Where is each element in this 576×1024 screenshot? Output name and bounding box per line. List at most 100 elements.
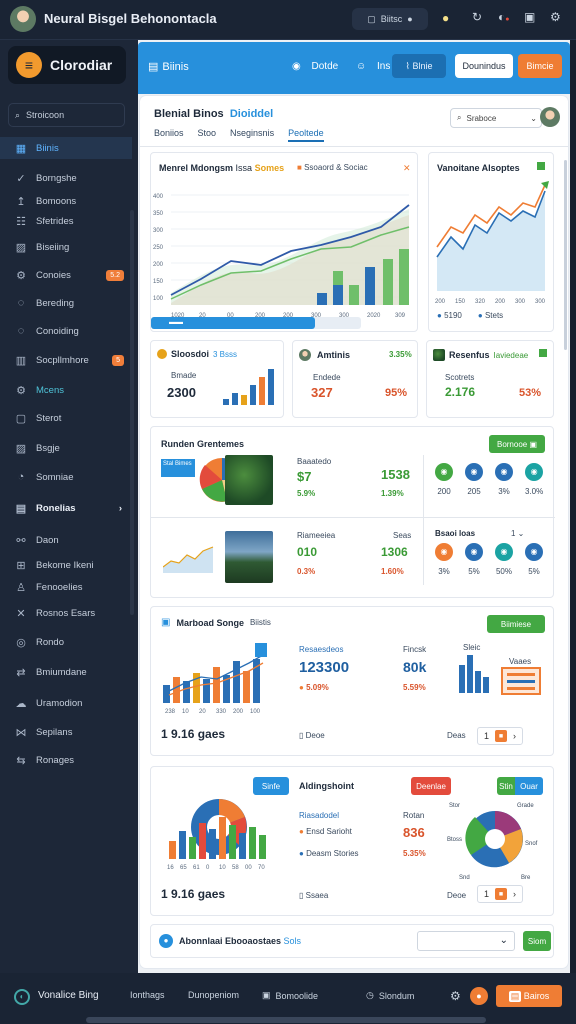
sidebar-section-item-3[interactable]: ✕ Rosnos Esars [0,602,132,624]
header-nav-3[interactable]: ⌇ Blnie [392,54,446,78]
monitor-button[interactable]: Biimiese [487,615,545,633]
sidebar-section-header[interactable]: ▤ Ronelias › [0,497,132,519]
link-icon: ⚯ [16,534,26,547]
settings-icon[interactable]: ⚙ [450,989,461,1003]
check-icon: ✓ [16,172,26,185]
user-avatar-small[interactable] [540,107,560,127]
sidebar-scrollbar[interactable] [130,210,134,615]
help-icon[interactable]: ● [470,987,488,1005]
status-circle[interactable]: ◉ 50% [495,543,513,576]
sidebar-section-item-7[interactable]: ⋈ Sepilans [0,721,132,743]
sidebar-item-5[interactable]: ⚙ Conoies 5.2 [0,264,132,286]
status-circle[interactable]: ◉ 5% [465,543,483,576]
x-tick-label: 320 [475,299,486,305]
sidebar-section-item-1[interactable]: ⊞ Bekome Ikeni [0,554,132,576]
circle-label: 3% [438,567,450,576]
kpi-3-value2: 53% [519,387,542,399]
kpi-card-3[interactable]: Resenfus Iaviedeae Scotrets 2.176 53% [426,340,554,418]
tab-0[interactable]: Boniios [154,128,184,142]
sidebar-section-item-6[interactable]: ☁ Uramodion [0,692,132,714]
analysis-pager-label: Deoe [447,891,467,900]
close-icon[interactable]: ✕ [403,163,411,174]
footer-link-4[interactable]: ◷ Slondum [366,990,414,1001]
refresh-icon[interactable]: ↻ [472,10,482,24]
chevron-right-icon[interactable]: › [513,731,516,741]
block1-big: 1538 [381,467,410,482]
kpi-card-2[interactable]: Amtinis 3.35% Endede 327 95% [292,340,418,418]
page-active[interactable]: ■ [495,888,508,900]
status-circle[interactable]: ◉ 5% [525,543,543,576]
tab-3[interactable]: Peoltede [288,128,324,142]
page-active[interactable]: ■ [495,730,508,742]
sidebar-section-item-8[interactable]: ⇆ Ronages [0,749,132,771]
sidebar-item-3[interactable]: ☷ Sfetrides [0,210,132,232]
sidebar-item-label: Biinis [36,142,59,154]
x-tick-label: 20 [199,709,206,715]
settings-icon[interactable]: ⚙ [550,10,561,24]
sidebar-item-label: Bekome Ikeni [36,559,94,571]
status-circle[interactable]: ◉ 3.0% [525,463,543,496]
kpi-card-1[interactable]: Sloosdoi 3 Bsss Bmade 2300 [150,340,284,418]
bottom-select[interactable]: ⌄ [417,931,515,951]
bulb-icon[interactable]: ● [442,11,449,25]
tab-1[interactable]: Stoo [198,128,217,142]
sidebar-item-9[interactable]: ⚙ Mcens [0,379,132,401]
chevron-right-icon[interactable]: › [513,889,516,899]
monitor-pager[interactable]: 1 ■ › [477,727,524,745]
analysis-red-button[interactable]: Deenlae [411,777,451,795]
footer-scrollbar[interactable] [86,1017,486,1023]
sidebar-section-item-2[interactable]: ♙ Fenooelies [0,576,132,598]
sidebar-item-12[interactable]: ◔ Somniae [0,466,132,488]
footer-link-3[interactable]: ▣ Bomoolide [262,990,318,1001]
sidebar-section-item-0[interactable]: ⚯ Daon [0,529,132,551]
block2-label: Riameeiea [297,531,336,540]
x-tick-label: 0 [206,865,210,871]
sidebar-search[interactable]: ⌕ Stroicoon [8,103,125,127]
status-circle[interactable]: ◉ 3% [495,463,513,496]
sidebar-item-7[interactable]: ◌ Conoiding [0,320,132,342]
bottom-strip-label: Abonnlaai Ebooaostaes Sols [179,936,302,946]
sidebar-item-1[interactable]: ✓ Borngshe [0,167,132,189]
header-nav-1[interactable]: ◉ Dotde [292,61,338,72]
sidebar-item-10[interactable]: ▢ Sterot [0,407,132,429]
kpi-2-value: 327 [311,385,333,400]
sidebar-item-6[interactable]: ◌ Bereding [0,292,132,314]
sidebar-section-item-5[interactable]: ⇄ Bmiumdane [0,661,132,683]
sidebar-badge: 5 [112,354,124,366]
status-circle[interactable]: ◉ 205 [465,463,483,496]
main-progress-fill[interactable]: ▬▬ [151,317,315,329]
content-search[interactable]: ⌕ Sraboce ⌄ [450,108,542,128]
analysis-toggle[interactable]: Stin Ouar [497,777,543,795]
sidebar-item-0[interactable]: ▦ Biinis [0,137,132,159]
window-icon[interactable]: ▣ [524,10,535,24]
sidebar-item-11[interactable]: ▨ Bsgje [0,437,132,459]
footer-button[interactable]: ▤ Bairos [496,985,562,1007]
sidebar-item-2[interactable]: ↥ Bomoons [0,190,132,212]
bottom-strip-button[interactable]: Siom [523,931,551,951]
sidebar-section-item-4[interactable]: ◎ Rondo [0,631,132,653]
header-orange-button[interactable]: Bimcie [518,54,562,78]
tab-2[interactable]: Nseginsnis [230,128,274,142]
kpi-2-header: Amtinis [299,349,350,361]
notification-icon[interactable]: ◐● [498,10,509,24]
sidebar-item-8[interactable]: ▥ Socpllmhore 5 [0,349,132,371]
status-circle[interactable]: ◉ 3% [435,543,453,576]
user-avatar[interactable] [10,6,36,32]
content-scrollbar[interactable] [564,160,567,350]
x-tick-label: 300 [535,299,546,305]
status-circle[interactable]: ◉ 200 [435,463,453,496]
sidebar-item-4[interactable]: ▨ Biseiing [0,236,132,258]
footer-link-2[interactable]: Dunopeniom [188,990,239,1000]
header-nav-2[interactable]: ☺ Ins [356,61,390,72]
resource-button[interactable]: Bornooe ▣ [489,435,545,453]
header-white-button[interactable]: Dounindus [455,54,513,78]
tab-bar: Boniios Stoo Nseginsnis Peoltede [154,128,324,142]
top-action-button[interactable]: ▢ Biitsc ● [352,8,428,30]
brand[interactable]: ≡ Clorodiar [8,46,126,84]
pie-label: Snof [525,841,538,847]
search-placeholder: Stroicoon [26,110,65,120]
footer-link-1[interactable]: Ionthags [130,990,165,1000]
analysis-pager[interactable]: 1 ■ › [477,885,524,903]
circles-controls[interactable]: 1 ⌄ [511,529,524,538]
sliders-icon: ☷ [16,215,26,228]
